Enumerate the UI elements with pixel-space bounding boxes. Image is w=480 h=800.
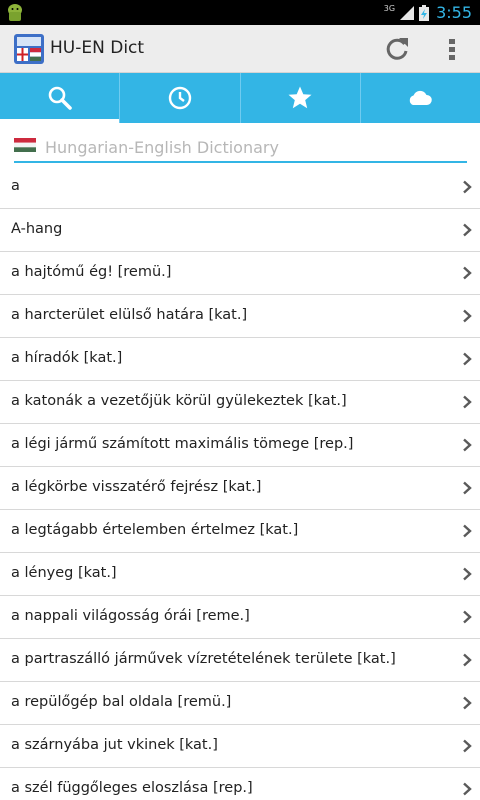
list-item-label: a bbox=[11, 178, 20, 194]
list-item-label: a szél függőleges eloszlása [rep.] bbox=[11, 780, 253, 796]
chevron-right-icon bbox=[463, 524, 472, 538]
list-item[interactable]: a partraszálló járművek vízretételének t… bbox=[0, 639, 480, 682]
list-item-label: a légi jármű számított maximális tömege … bbox=[11, 436, 354, 452]
list-item[interactable]: A-hang bbox=[0, 209, 480, 252]
chevron-right-icon bbox=[463, 696, 472, 710]
list-item-label: a híradók [kat.] bbox=[11, 350, 123, 366]
chevron-right-icon bbox=[463, 266, 472, 280]
list-item[interactable]: a legtágabb értelemben értelmez [kat.] bbox=[0, 510, 480, 553]
chevron-right-icon bbox=[463, 395, 472, 409]
list-item[interactable]: a lényeg [kat.] bbox=[0, 553, 480, 596]
list-item[interactable]: a légkörbe visszatérő fejrész [kat.] bbox=[0, 467, 480, 510]
list-item[interactable]: a hajtómű ég! [remü.] bbox=[0, 252, 480, 295]
clock: 3:55 bbox=[436, 3, 472, 22]
overflow-menu-icon[interactable] bbox=[440, 35, 464, 63]
android-notification-icon bbox=[8, 4, 22, 21]
battery-charging-icon bbox=[419, 4, 430, 21]
chevron-right-icon bbox=[463, 352, 472, 366]
list-item[interactable]: a katonák a vezetőjük körül gyülekeztek … bbox=[0, 381, 480, 424]
list-item[interactable]: a harcterület elülső határa [kat.] bbox=[0, 295, 480, 338]
list-item[interactable]: a légi jármű számított maximális tömege … bbox=[0, 424, 480, 467]
search-input[interactable] bbox=[45, 133, 460, 161]
list-item-label: a hajtómű ég! [remü.] bbox=[11, 264, 172, 280]
app-logo-icon[interactable] bbox=[14, 34, 44, 64]
list-item[interactable]: a szél függőleges eloszlása [rep.] bbox=[0, 768, 480, 800]
tab-search[interactable] bbox=[0, 73, 121, 123]
list-item[interactable]: a szárnyába jut vkinek [kat.] bbox=[0, 725, 480, 768]
list-item-label: a harcterület elülső határa [kat.] bbox=[11, 307, 248, 323]
list-item-label: a nappali világosság órái [reme.] bbox=[11, 608, 250, 624]
network-type: 3G bbox=[383, 3, 396, 13]
word-list: a A-hang a hajtómű ég! [remü.] a harcterüle… bbox=[0, 166, 480, 800]
chevron-right-icon bbox=[463, 782, 472, 796]
search-icon bbox=[48, 86, 72, 110]
list-item-label: a szárnyába jut vkinek [kat.] bbox=[11, 737, 218, 753]
status-bar: 3G 3:55 bbox=[0, 0, 480, 25]
hungarian-flag-icon bbox=[14, 138, 36, 152]
list-item-label: a partraszálló járművek vízretételének t… bbox=[11, 651, 396, 667]
list-item-label: a repülőgép bal oldala [remü.] bbox=[11, 694, 232, 710]
chevron-right-icon bbox=[463, 223, 472, 237]
signal-icon bbox=[400, 5, 415, 20]
favorites-star-icon bbox=[288, 86, 312, 109]
chevron-right-icon bbox=[463, 438, 472, 452]
refresh-icon[interactable] bbox=[383, 35, 411, 63]
chevron-right-icon bbox=[463, 309, 472, 323]
chevron-right-icon bbox=[463, 610, 472, 624]
list-item[interactable]: a nappali világosság órái [reme.] bbox=[0, 596, 480, 639]
tab-bar bbox=[0, 73, 480, 123]
chevron-right-icon bbox=[463, 653, 472, 667]
list-item-label: a legtágabb értelemben értelmez [kat.] bbox=[11, 522, 299, 538]
search-field bbox=[14, 133, 467, 163]
tab-favorites[interactable] bbox=[241, 73, 361, 123]
tab-cloud[interactable] bbox=[361, 73, 480, 123]
list-item-label: a lényeg [kat.] bbox=[11, 565, 117, 581]
tab-history[interactable] bbox=[120, 73, 241, 123]
list-item[interactable]: a híradók [kat.] bbox=[0, 338, 480, 381]
app-title: HU-EN Dict bbox=[50, 38, 145, 58]
chevron-right-icon bbox=[463, 481, 472, 495]
list-item-label: a katonák a vezetőjük körül gyülekeztek … bbox=[11, 393, 347, 409]
list-item-label: a légkörbe visszatérő fejrész [kat.] bbox=[11, 479, 262, 495]
chevron-right-icon bbox=[463, 180, 472, 194]
list-item[interactable]: a repülőgép bal oldala [remü.] bbox=[0, 682, 480, 725]
list-item-label: A-hang bbox=[11, 221, 63, 237]
chevron-right-icon bbox=[463, 739, 472, 753]
cloud-icon bbox=[410, 90, 433, 105]
chevron-right-icon bbox=[463, 567, 472, 581]
list-item[interactable]: a bbox=[0, 166, 480, 209]
action-bar: HU-EN Dict bbox=[0, 25, 480, 73]
history-clock-icon bbox=[168, 86, 192, 110]
